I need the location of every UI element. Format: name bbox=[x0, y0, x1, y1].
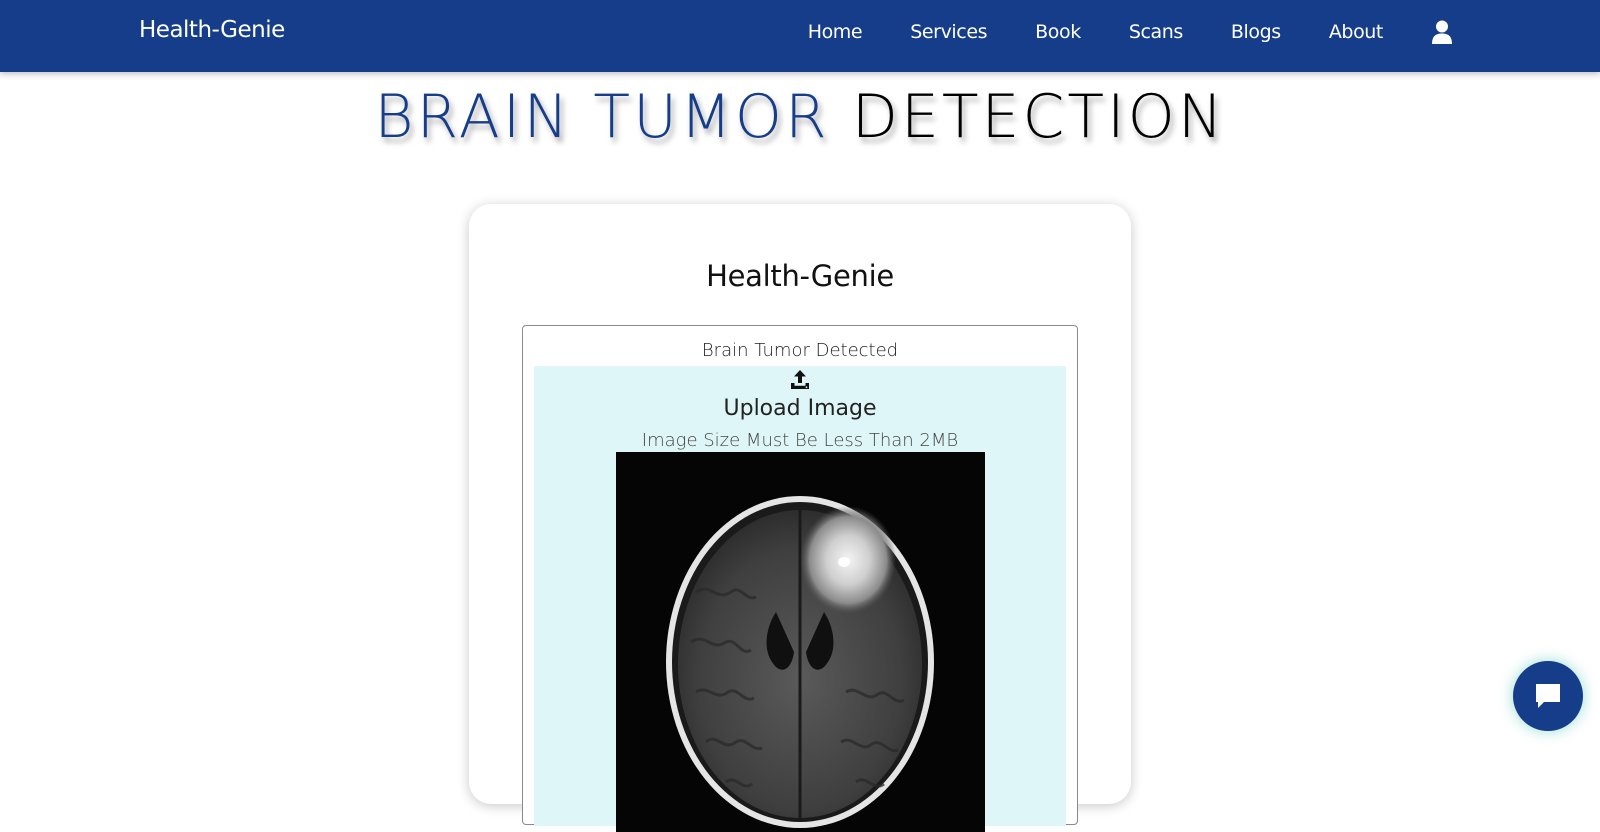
nav-scans[interactable]: Scans bbox=[1129, 21, 1183, 43]
top-navbar: Health-Genie Home Services Book Scans Bl… bbox=[0, 0, 1600, 72]
chat-button[interactable] bbox=[1513, 661, 1583, 731]
chat-bubble-icon bbox=[1536, 684, 1560, 708]
nav-about[interactable]: About bbox=[1329, 21, 1384, 43]
user-icon[interactable] bbox=[1431, 20, 1453, 44]
nav-links: Home Services Book Scans Blogs About bbox=[760, 20, 1453, 44]
nav-book[interactable]: Book bbox=[1035, 21, 1081, 43]
nav-services[interactable]: Services bbox=[910, 21, 987, 43]
nav-home[interactable]: Home bbox=[808, 21, 863, 43]
upload-label: Upload Image bbox=[723, 396, 877, 421]
size-hint: Image Size Must Be Less Than 2MB bbox=[641, 430, 959, 451]
detection-result: Brain Tumor Detected bbox=[701, 340, 899, 361]
nav-blogs[interactable]: Blogs bbox=[1231, 21, 1281, 43]
brain-mri-scan bbox=[616, 452, 985, 832]
detection-card: Health-Genie Brain Tumor Detected Upload… bbox=[469, 204, 1131, 832]
page-title: BRAIN TUMOR DETECTION bbox=[0, 82, 1600, 152]
page-title-accent: BRAIN TUMOR bbox=[374, 82, 830, 152]
page-title-rest: DETECTION bbox=[851, 82, 1226, 152]
image-drop-zone[interactable]: Upload Image Image Size Must Be Less Tha… bbox=[534, 366, 1066, 832]
upload-box: Brain Tumor Detected Upload Image Image … bbox=[522, 325, 1078, 832]
upload-icon bbox=[791, 370, 809, 389]
card-title: Health-Genie bbox=[706, 259, 894, 293]
brand-logo-text[interactable]: Health-Genie bbox=[139, 17, 285, 43]
